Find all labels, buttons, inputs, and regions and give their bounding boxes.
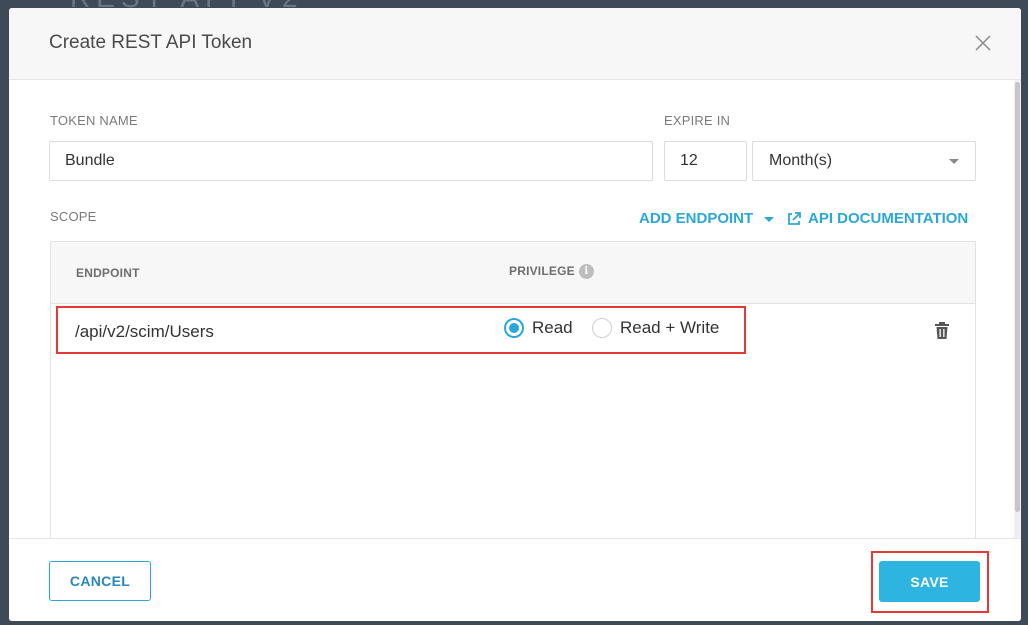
expire-in-label: EXPIRE IN (664, 113, 731, 128)
close-icon (975, 35, 991, 51)
scope-table: ENDPOINT PRIVILEGE i /api/v2/scim/Users R… (50, 241, 976, 551)
modal-header: Create REST API Token (9, 8, 1021, 80)
api-documentation-label: API DOCUMENTATION (808, 210, 969, 227)
close-button[interactable] (973, 33, 993, 53)
add-endpoint-label: ADD ENDPOINT (639, 210, 754, 227)
privilege-option-read[interactable]: Read (504, 318, 573, 338)
caret-down-icon (764, 216, 775, 222)
scope-label: SCOPE (50, 209, 97, 224)
modal-footer: CANCEL SAVE (9, 538, 1021, 621)
caret-down-icon (949, 159, 959, 164)
endpoint-column-header: ENDPOINT (76, 266, 140, 280)
read-radio[interactable] (504, 318, 524, 338)
delete-endpoint-button[interactable] (934, 322, 950, 340)
trash-icon (935, 322, 949, 339)
expire-value-input[interactable] (664, 141, 747, 181)
endpoint-path: /api/v2/scim/Users (75, 322, 214, 341)
read-write-radio[interactable] (592, 318, 612, 338)
info-icon[interactable]: i (578, 264, 594, 280)
modal-scrollbar[interactable] (1014, 80, 1021, 538)
scrollbar-thumb[interactable] (1015, 82, 1020, 512)
read-write-radio-label: Read + Write (620, 318, 720, 337)
external-link-icon (788, 211, 801, 225)
privilege-column-header: PRIVILEGE i (509, 264, 594, 280)
modal-title: Create REST API Token (49, 32, 253, 53)
api-documentation-link[interactable]: API DOCUMENTATION (786, 210, 968, 227)
create-token-modal: Create REST API Token TOKEN NAME EXPIRE … (9, 8, 1021, 621)
expire-unit-select[interactable]: Month(s) (752, 141, 976, 181)
privilege-header-label: PRIVILEGE (509, 264, 575, 278)
privilege-option-read-write[interactable]: Read + Write (592, 318, 719, 338)
read-radio-label: Read (532, 318, 573, 337)
save-button[interactable]: SAVE (879, 561, 980, 602)
table-header: ENDPOINT PRIVILEGE i (51, 242, 975, 304)
token-name-input[interactable] (49, 141, 653, 181)
cancel-button[interactable]: CANCEL (49, 561, 151, 601)
token-name-label: TOKEN NAME (50, 113, 138, 128)
add-endpoint-button[interactable]: ADD ENDPOINT (639, 210, 775, 227)
expire-unit-value: Month(s) (769, 152, 833, 169)
